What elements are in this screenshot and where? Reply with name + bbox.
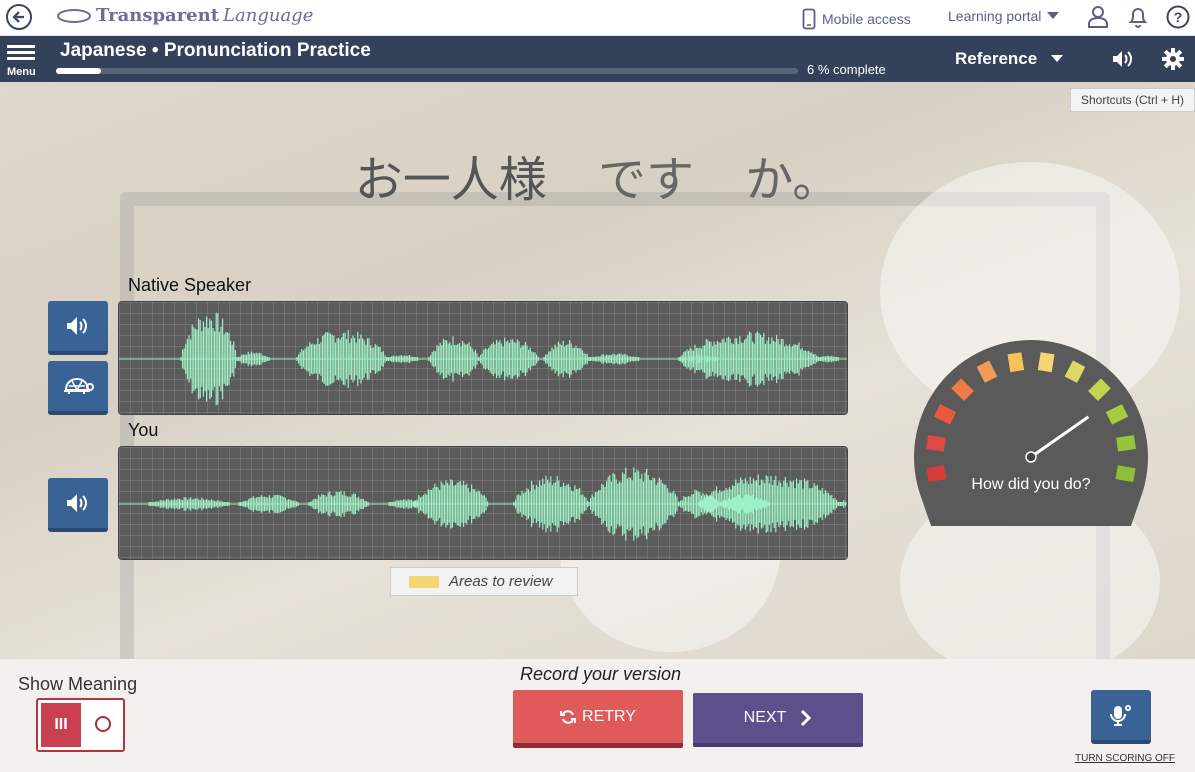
mobile-access-label: Mobile access (822, 11, 911, 27)
turn-scoring-off-link[interactable]: TURN SCORING OFF (1075, 753, 1175, 764)
gear-icon (1162, 48, 1184, 70)
arrow-left-icon (12, 11, 24, 23)
learning-portal-dropdown[interactable]: Learning portal (948, 8, 1060, 24)
question-circle-icon: ? (1166, 5, 1190, 29)
mobile-phone-icon (802, 8, 816, 30)
play-recording-button[interactable] (48, 478, 108, 532)
progress-bar (56, 68, 798, 74)
play-slow-button[interactable] (48, 361, 108, 415)
page-title: Japanese • Pronunciation Practice (60, 40, 371, 61)
mobile-access-link[interactable]: Mobile access (802, 8, 911, 30)
speaker-icon (67, 317, 87, 335)
show-meaning-toggle[interactable]: III (36, 698, 125, 752)
refresh-icon (560, 709, 577, 724)
settings-button[interactable] (1160, 46, 1186, 72)
mic-settings-button[interactable] (1091, 690, 1151, 744)
play-native-button[interactable] (48, 301, 108, 355)
user-account-button[interactable] (1085, 4, 1111, 30)
gauge-segment (1116, 435, 1136, 452)
learning-portal-label: Learning portal (948, 8, 1042, 24)
menu-label: Menu (7, 66, 36, 78)
review-swatch (409, 575, 439, 588)
user-icon (1088, 6, 1108, 28)
hamburger-icon (7, 45, 35, 48)
toggle-off-circle (95, 716, 111, 732)
caret-down-icon (1047, 12, 1060, 19)
native-speaker-label: Native Speaker (128, 275, 252, 295)
speaker-icon (1113, 51, 1132, 67)
gauge-segment (1007, 352, 1025, 373)
help-button[interactable]: ? (1165, 4, 1191, 30)
areas-to-review-legend: Areas to review (390, 567, 578, 596)
retry-label: RETRY (582, 707, 636, 725)
logo-text-light: Language (223, 5, 314, 26)
next-button[interactable]: NEXT (693, 693, 863, 747)
turtle-icon (64, 377, 94, 394)
retry-button[interactable]: RETRY (513, 690, 683, 748)
gauge-segment (1037, 352, 1055, 373)
toggle-on: III (41, 703, 81, 747)
target-sentence: お一人様 です か。 (0, 140, 1195, 210)
legend-label: Areas to review (449, 573, 553, 590)
transparent-language-logo[interactable]: Transparent Language (56, 5, 313, 26)
logo-text-bold: Transparent (96, 5, 220, 26)
gauge-body (914, 340, 1148, 526)
microphone-gear-icon (1110, 705, 1131, 726)
chevron-right-icon (801, 709, 812, 727)
back-button[interactable] (6, 4, 32, 30)
user-waveform (118, 446, 848, 560)
user-waveform-graphic (119, 467, 847, 541)
shortcuts-button[interactable]: Shortcuts (Ctrl + H) (1070, 88, 1195, 112)
you-label: You (128, 420, 159, 440)
caret-down-icon (1051, 55, 1064, 62)
top-bar: Transparent Language Mobile access Learn… (0, 0, 1195, 36)
next-label: NEXT (743, 709, 787, 726)
bell-icon (1128, 8, 1148, 28)
audio-button[interactable] (1110, 46, 1136, 72)
activity-header: Menu Japanese • Pronunciation Practice 6… (0, 36, 1195, 82)
sentence-word[interactable]: か。 (745, 152, 840, 208)
record-prompt: Record your version (520, 664, 682, 684)
gauge-segment (926, 435, 946, 452)
score-gauge (914, 340, 1148, 526)
notifications-button[interactable] (1125, 4, 1151, 30)
speaker-icon (67, 494, 87, 512)
reference-dropdown[interactable]: Reference (955, 49, 1064, 69)
progress-text: 6 % complete (807, 62, 886, 77)
native-waveform-graphic (119, 312, 847, 406)
gauge-label: How did you do? (971, 476, 1091, 493)
progress-fill (56, 68, 101, 74)
native-waveform (118, 301, 848, 415)
sentence-word[interactable]: お一人様 (355, 152, 547, 208)
logo-swoosh-icon (57, 8, 91, 23)
menu-button[interactable]: Menu (5, 42, 39, 78)
reference-label: Reference (955, 49, 1038, 68)
svg-text:?: ? (1174, 9, 1183, 25)
gauge-hub (1025, 451, 1037, 463)
show-meaning-label: Show Meaning (18, 674, 138, 694)
sentence-word[interactable]: です (598, 152, 694, 208)
